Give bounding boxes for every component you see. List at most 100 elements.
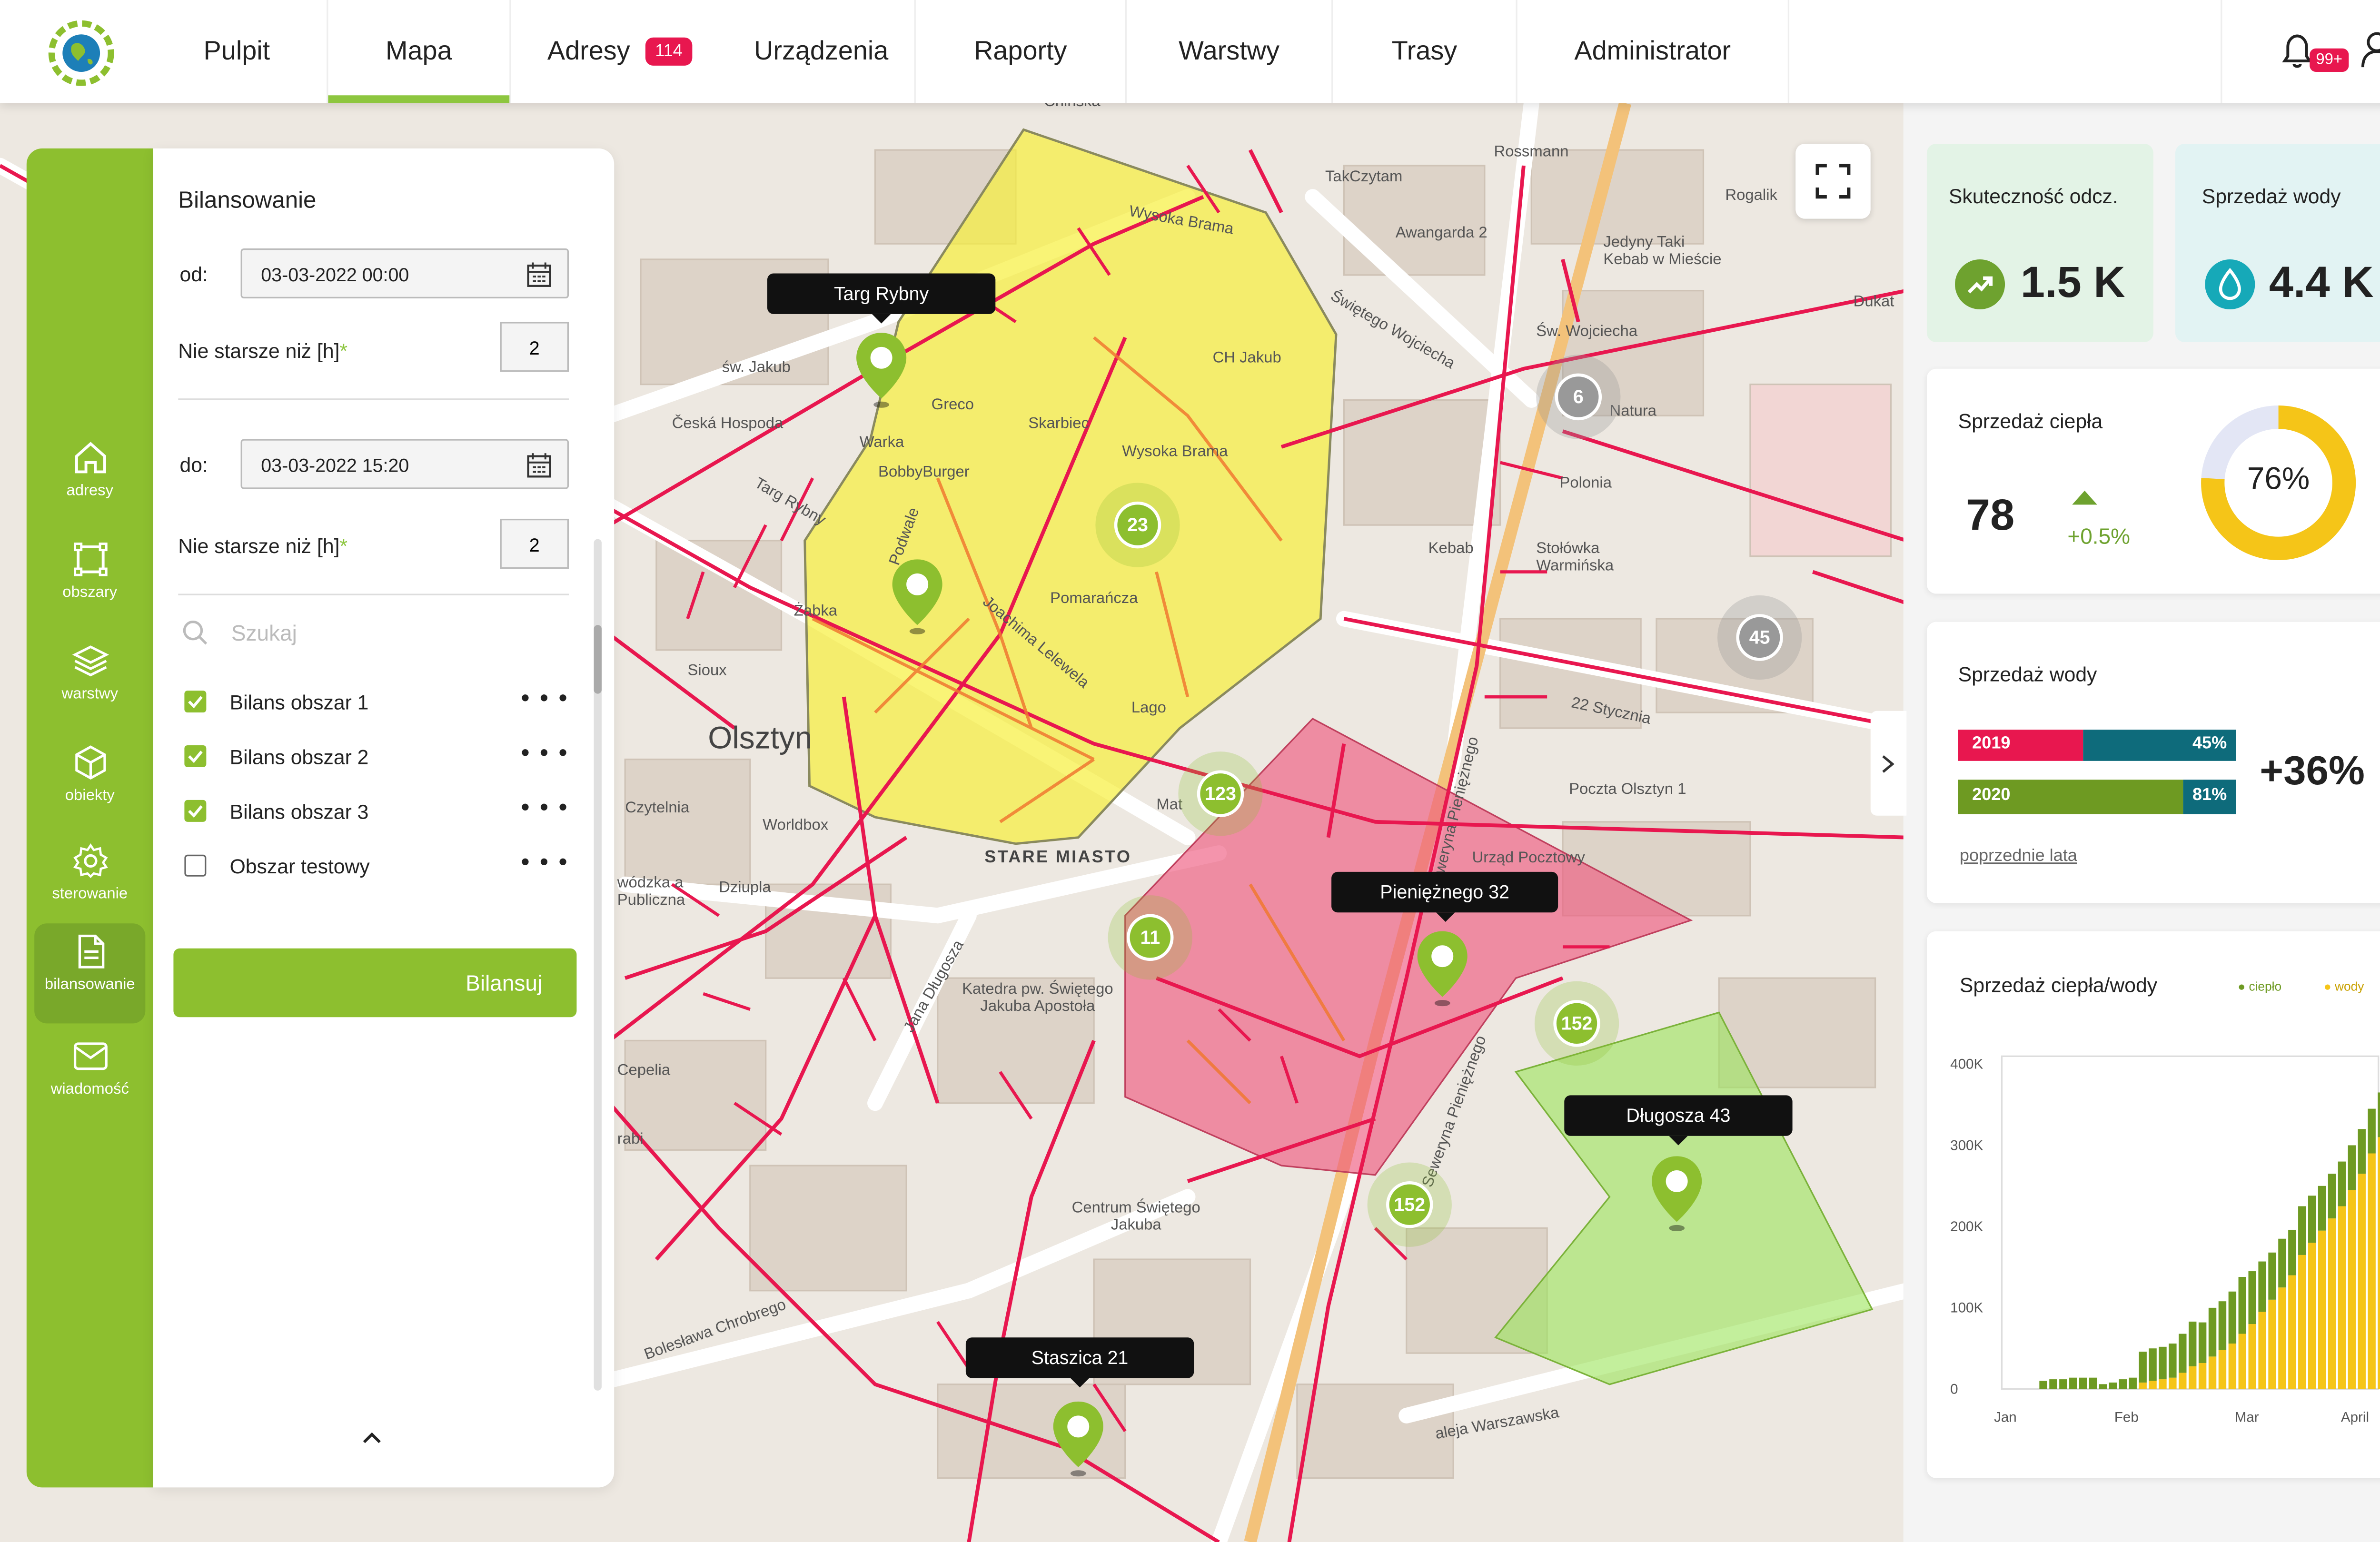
rail-item-wiadomosc[interactable]: wiadomość [34,1028,145,1118]
chart-bar-water [2179,1373,2187,1389]
checkbox-unchecked[interactable] [184,854,207,877]
fullscreen-button[interactable] [1795,144,1871,219]
nav-item-urzadzenia[interactable]: Urządzenia [728,0,916,103]
home-icon [74,442,106,474]
y-tick-label: 0 [1950,1381,1958,1397]
chart-bar-heat [2258,1261,2266,1312]
rail-item-adresy[interactable]: adresy [34,430,145,520]
panel-scrollbar-thumb[interactable] [594,625,602,694]
map-pin-icon[interactable] [1414,928,1470,1007]
list-item[interactable]: Bilans obszar 1 • • • [184,686,569,720]
list-item[interactable]: Bilans obszar 2 • • • [184,741,569,775]
rail-item-sterowanie[interactable]: sterowanie [34,833,145,923]
map-label: Dukat [1853,294,1894,311]
map-label: Stołówka Warmińska [1536,540,1614,575]
checkbox-checked[interactable] [184,800,207,822]
map-tooltip: Staszica 21 [965,1337,1194,1388]
chart-bar-heat [2318,1186,2326,1231]
user-icon[interactable] [2360,30,2380,70]
previous-years-link[interactable]: poprzednie lata [1960,847,2077,865]
map-cluster[interactable]: 23 [1114,501,1161,549]
map-label: Kebab [1428,540,1474,558]
balancing-panel: Bilansowanie od: 03-03-2022 00:00 Nie st… [153,148,615,1488]
checkbox-checked[interactable] [184,745,207,767]
map-label: wódzka a Publiczna [617,875,685,909]
chart-bar-heat [2218,1301,2227,1350]
chart-bar-heat [2049,1379,2057,1389]
rail-item-warstwy[interactable]: warstwy [34,633,145,723]
checkbox-checked[interactable] [184,691,207,713]
map-cluster[interactable]: 11 [1127,914,1174,961]
to-max-age-input[interactable]: 2 [500,518,569,569]
rail-item-label: bilansowanie [44,976,135,994]
map-cluster[interactable]: 152 [1553,1000,1600,1047]
check-icon [188,805,203,818]
nav-item-adresy[interactable]: Adresy 114 [511,0,728,103]
chevron-up-icon[interactable] [361,1430,383,1445]
chart-bar-water [2238,1334,2246,1389]
list-item[interactable]: Bilans obszar 3 • • • [184,795,569,830]
map-tooltip: Targ Rybny [767,273,996,324]
map-label: Katedra pw. Świętego Jakuba Apostoła [962,981,1113,1016]
rail-item-bilansowanie[interactable]: bilansowanie [34,923,146,1024]
chart-bar-heat [2328,1174,2336,1219]
x-tick-label: Feb [2114,1410,2139,1425]
rail-item-obiekty[interactable]: obiekty [34,734,145,825]
calendar-icon[interactable] [526,453,552,478]
water-sales-bar-2020: 2020 81% [1958,780,2236,814]
chart-bar-heat [2099,1384,2107,1389]
nav-item-label: Adresy [547,36,630,66]
map-cluster[interactable]: 45 [1736,614,1783,661]
map-pin-icon[interactable] [853,330,910,408]
from-date-value: 03-03-2022 00:00 [261,264,409,286]
kpi-value: 4.4 K [2269,257,2374,306]
more-options-icon[interactable]: • • • [521,850,569,878]
from-date-input[interactable]: 03-03-2022 00:00 [240,248,569,299]
chevron-right-icon [1882,755,1894,773]
map-pin-icon[interactable] [1050,1398,1106,1477]
nav-item-label: Pulpit [203,36,270,66]
calendar-icon[interactable] [526,262,552,288]
nav-item-trasy[interactable]: Trasy [1333,0,1517,103]
rail-item-obszary[interactable]: obszary [34,531,145,622]
map-label: Česká Hospoda [672,415,783,433]
nav-item-pulpit[interactable]: Pulpit [147,0,328,103]
more-options-icon[interactable]: • • • [521,795,569,823]
chart-bar-water [2189,1366,2197,1389]
nav-item-mapa[interactable]: Mapa [328,0,511,103]
nav-item-administrator[interactable]: Administrator [1517,0,1790,103]
map-cluster[interactable]: 123 [1197,770,1244,818]
chart-bar-heat [2298,1206,2306,1255]
card-title: Sprzedaż wody [1958,662,2097,686]
water-sales-bar-2019: 2019 45% [1958,730,2236,761]
map-label: Mat [1156,797,1183,814]
from-max-age-input[interactable]: 2 [500,322,569,372]
map-cluster[interactable]: 152 [1386,1181,1433,1228]
chart-bar-water [2248,1324,2256,1389]
nav-item-warstwy[interactable]: Warstwy [1127,0,1333,103]
search-placeholder: Szukaj [231,620,297,645]
nav-item-label: Warstwy [1179,36,1280,66]
nav-item-raporty[interactable]: Raporty [916,0,1127,103]
search-input[interactable]: Szukaj [178,613,569,656]
collapse-right-panel-button[interactable] [1870,711,1907,816]
map-cluster[interactable]: 6 [1555,373,1602,421]
nav-item-label: Raporty [974,36,1067,66]
chart-bar-water [2149,1381,2157,1389]
chart-bar-water [2268,1299,2276,1389]
chart-bar-heat [2059,1379,2067,1389]
chart-bar-water [2308,1243,2316,1389]
map-pin-icon[interactable] [1649,1153,1705,1232]
more-options-icon[interactable]: • • • [521,686,569,714]
map-pin-icon[interactable] [889,556,945,634]
balance-button[interactable]: Bilansuj [173,948,577,1018]
to-label: do: [179,453,208,477]
list-item[interactable]: Obszar testowy • • • [184,850,569,884]
to-date-input[interactable]: 03-03-2022 15:20 [240,439,569,489]
rail-item-label: warstwy [61,686,119,703]
more-options-icon[interactable]: • • • [521,741,569,769]
map-label: Dziupla [719,880,771,897]
list-item-label: Bilans obszar 2 [229,745,369,769]
map-label: Św. Wojciecha [1536,323,1638,341]
notifications-badge: 99+ [2310,48,2349,72]
